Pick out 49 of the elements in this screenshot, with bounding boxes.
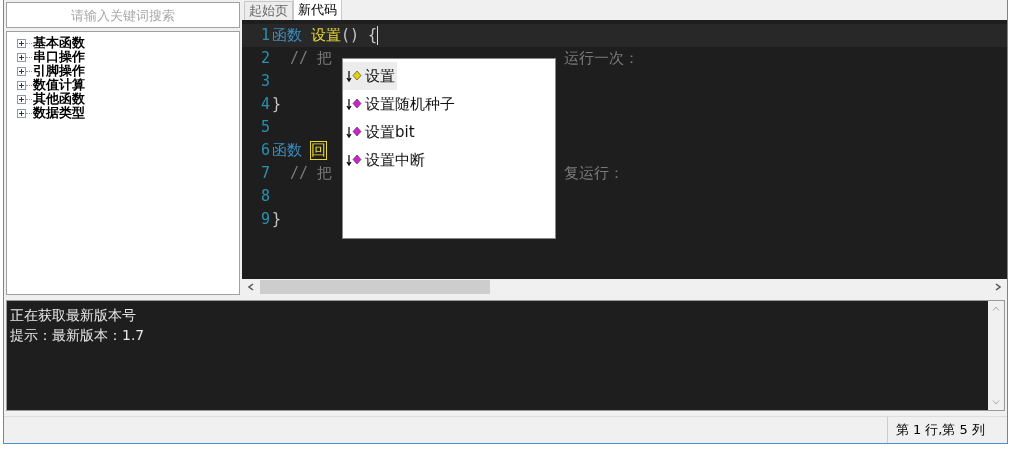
line-number: 7 xyxy=(259,163,270,184)
tree-item[interactable]: 基本函数 xyxy=(33,36,85,50)
line-number: 1 xyxy=(259,25,270,46)
expand-icon[interactable] xyxy=(17,52,26,62)
expand-icon[interactable] xyxy=(17,38,26,48)
code-token: } xyxy=(272,94,282,115)
completion-item[interactable]: 设置 xyxy=(343,62,397,90)
line-number: 9 xyxy=(259,209,270,230)
tab[interactable]: 起始页 xyxy=(244,1,293,20)
tree-item[interactable]: 数值计算 xyxy=(33,78,85,92)
code-comment: 复运行： xyxy=(564,163,624,184)
function-icon xyxy=(346,125,362,139)
completion-item[interactable]: 设置随机种子 xyxy=(343,90,457,118)
scroll-right-icon[interactable] xyxy=(995,283,1001,292)
line-number: 6 xyxy=(259,140,270,161)
code-comment: 运行一次： xyxy=(564,48,639,69)
line-number: 3 xyxy=(259,71,270,92)
code-editor[interactable]: 1 函数 设置() { 2 // 把 运行一次： 3 4} 5 6 函数 回 7 // 把 复运行： 8 9} 设置 设置随机种子 设置bit 设置中断 xyxy=(242,20,1007,280)
scroll-left-icon[interactable] xyxy=(248,283,254,292)
tree-item[interactable]: 串口操作 xyxy=(33,50,85,64)
function-icon xyxy=(346,153,362,167)
function-icon xyxy=(346,97,362,111)
cursor-position: 第 1 行,第 5 列 xyxy=(886,417,993,443)
search-field[interactable]: 请输入关键词搜索 xyxy=(6,2,240,28)
tab[interactable]: 新代码 xyxy=(293,0,342,20)
code-token: // 把 xyxy=(290,163,333,184)
function-icon xyxy=(346,69,362,83)
line-number: 5 xyxy=(259,117,270,138)
expand-icon[interactable] xyxy=(17,66,26,76)
code-token: } xyxy=(272,209,282,230)
tree-item[interactable]: 其他函数 xyxy=(33,92,85,106)
code-token: 回 xyxy=(311,142,326,159)
completion-item[interactable]: 设置bit xyxy=(343,118,417,146)
code-token: 函数 xyxy=(272,140,302,161)
expand-icon[interactable] xyxy=(17,108,26,118)
code-token: 函数 xyxy=(272,25,302,46)
line-number: 2 xyxy=(259,48,270,69)
expand-icon[interactable] xyxy=(17,80,26,90)
line-number: 4 xyxy=(259,94,270,115)
code-token: // 把 xyxy=(290,48,333,69)
expand-icon[interactable] xyxy=(17,94,26,104)
line-number: 8 xyxy=(259,186,270,207)
output-line: 正在获取最新版本号 xyxy=(10,306,137,326)
completion-item[interactable]: 设置中断 xyxy=(343,146,427,174)
tree-item[interactable]: 引脚操作 xyxy=(33,64,85,78)
code-token: () { xyxy=(341,25,378,46)
code-token: 设置 xyxy=(311,25,341,46)
tree-item[interactable]: 数据类型 xyxy=(33,106,85,120)
output-line: 提示：最新版本：1.7 xyxy=(10,326,146,346)
